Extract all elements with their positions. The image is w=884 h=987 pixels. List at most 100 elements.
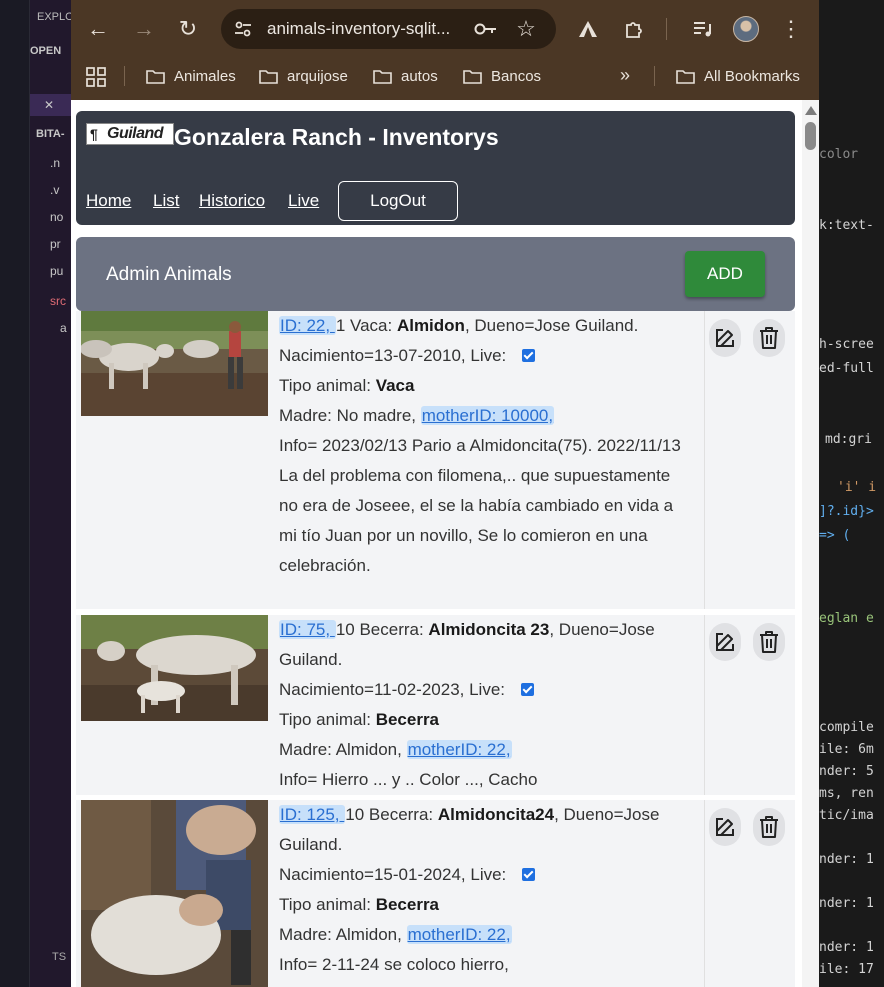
scroll-up-arrow-icon[interactable]: [805, 106, 817, 115]
edit-icon: [716, 818, 734, 836]
code-line: nder: 1: [819, 852, 874, 867]
forward-icon[interactable]: →: [131, 16, 157, 41]
code-line: nder: 1: [819, 940, 874, 955]
admin-title: Admin Animals: [106, 264, 232, 285]
mother-label: Madre: No madre,: [279, 406, 421, 425]
live-checkbox[interactable]: [522, 868, 536, 881]
scroll-thumb[interactable]: [805, 122, 816, 150]
delete-button[interactable]: [753, 623, 785, 661]
delete-button[interactable]: [753, 319, 785, 357]
animal-number-type: 10 Becerra:: [345, 805, 438, 824]
animal-birth: Nacimiento=11-02-2023, Live:: [279, 680, 506, 699]
nav-list[interactable]: List: [153, 191, 179, 211]
tree-item[interactable]: src: [50, 290, 72, 312]
tree-item[interactable]: pr: [50, 233, 72, 255]
code-line: ile: 6m: [819, 742, 874, 757]
browser-toolbar: ← → ↻ animals-inventory-sqlit... ☆ ⋮: [71, 0, 819, 58]
animal-name: Almidoncita 23: [428, 620, 550, 639]
code-line: ms, ren: [819, 786, 874, 801]
trash-icon: [760, 816, 778, 838]
star-icon[interactable]: ☆: [513, 16, 539, 42]
site-info-icon[interactable]: [231, 17, 255, 41]
animal-photo: [81, 615, 268, 721]
address-bar[interactable]: animals-inventory-sqlit... ☆: [221, 9, 556, 49]
open-editors-header[interactable]: OPEN: [30, 40, 72, 62]
back-icon[interactable]: ←: [85, 16, 111, 41]
folder-icon: [259, 69, 278, 84]
menu-dots-icon[interactable]: ⋮: [778, 16, 804, 42]
live-checkbox[interactable]: [521, 683, 535, 696]
delete-button[interactable]: [753, 808, 785, 846]
close-icon[interactable]: ✕: [44, 94, 54, 116]
nav-historico[interactable]: Historico: [199, 191, 265, 211]
bookmark-bancos[interactable]: Bancos: [463, 66, 541, 86]
bookmark-all[interactable]: All Bookmarks: [676, 66, 800, 86]
mother-id-link[interactable]: motherID: 10000,: [420, 406, 555, 425]
nav-live[interactable]: Live: [288, 191, 319, 211]
animal-birth: Nacimiento=15-01-2024, Live:: [279, 865, 507, 884]
live-checkbox[interactable]: [522, 349, 536, 362]
open-editor-item[interactable]: ✕: [30, 94, 72, 116]
animal-id-link[interactable]: ID: 22,: [279, 316, 336, 335]
folder-icon: [146, 69, 165, 84]
card-divider: [704, 800, 705, 987]
code-line: ]?.id}>: [819, 504, 874, 519]
puzzle-icon[interactable]: [621, 16, 647, 42]
animal-info: Info= 2023/02/13 Pario a Almidoncita(75)…: [279, 436, 681, 575]
mother-label: Madre: Almidon,: [279, 740, 407, 759]
toolbar-divider: [666, 18, 667, 40]
code-line: color: [819, 147, 859, 162]
logout-button[interactable]: LogOut: [338, 181, 458, 221]
vscode-status: TS: [52, 951, 67, 963]
url-text[interactable]: animals-inventory-sqlit...: [267, 19, 450, 39]
tree-item[interactable]: no: [50, 206, 72, 228]
bookmark-autos[interactable]: autos: [373, 66, 438, 86]
apps-grid-icon[interactable]: [85, 66, 107, 88]
profile-avatar[interactable]: [733, 16, 759, 42]
bookmark-arquijose[interactable]: arquijose: [259, 66, 348, 86]
tree-item[interactable]: pu: [50, 260, 72, 282]
page-scrollbar[interactable]: [802, 100, 819, 987]
logo-mark-icon: ¶: [90, 126, 98, 142]
edit-button[interactable]: [709, 319, 741, 357]
reload-icon[interactable]: ↻: [175, 16, 201, 42]
type-label: Tipo animal:: [279, 376, 376, 395]
card-divider: [704, 311, 705, 609]
edit-button[interactable]: [709, 623, 741, 661]
nav-home[interactable]: Home: [86, 191, 131, 211]
project-header[interactable]: BITA-: [36, 123, 72, 145]
animal-details: ID: 75, 10 Becerra: Almidoncita 23, Duen…: [279, 615, 689, 795]
code-line: nder: 1: [819, 896, 874, 911]
mother-label: Madre: Almidon,: [279, 925, 407, 944]
tree-item[interactable]: .v: [50, 179, 72, 201]
key-icon[interactable]: [473, 17, 499, 41]
animal-type: Becerra: [375, 895, 440, 914]
mother-id-link[interactable]: motherID: 22,: [406, 925, 512, 944]
animal-id-link[interactable]: ID: 75,: [279, 620, 336, 639]
vscode-explorer: EXPLO OPEN ✕ BITA- .n .v no pr pu src a: [30, 0, 72, 987]
code-line: nder: 5: [819, 764, 874, 779]
media-icon[interactable]: [690, 16, 716, 42]
animal-card: ID: 75, 10 Becerra: Almidoncita 23, Duen…: [76, 615, 795, 795]
chevron-right-icon[interactable]: »: [616, 64, 634, 86]
bookmark-animales[interactable]: Animales: [146, 66, 236, 86]
animal-birth: Nacimiento=13-07-2010, Live:: [279, 346, 507, 365]
extension-icon[interactable]: [575, 17, 601, 41]
code-line: ile: 17: [819, 962, 874, 977]
folder-icon: [463, 69, 482, 84]
site-logo[interactable]: ¶ Guiland: [86, 123, 174, 145]
vscode-editor: color k:text- h-scree ed-full md:gri 'i'…: [819, 0, 884, 987]
bookmarks-divider: [654, 66, 655, 86]
code-line: tic/ima: [819, 808, 874, 823]
bookmarks-divider: [124, 66, 125, 86]
code-line: k:text-: [819, 218, 874, 233]
folder-icon: [676, 69, 695, 84]
edit-button[interactable]: [709, 808, 741, 846]
animal-photo: [81, 800, 268, 987]
mother-id-link[interactable]: motherID: 22,: [406, 740, 512, 759]
animal-name: Almidon: [396, 316, 465, 335]
tree-item[interactable]: .n: [50, 152, 72, 174]
add-animal-button[interactable]: ADD: [685, 251, 765, 297]
code-line: eglan e: [819, 611, 874, 626]
animal-id-link[interactable]: ID: 125,: [279, 805, 346, 824]
